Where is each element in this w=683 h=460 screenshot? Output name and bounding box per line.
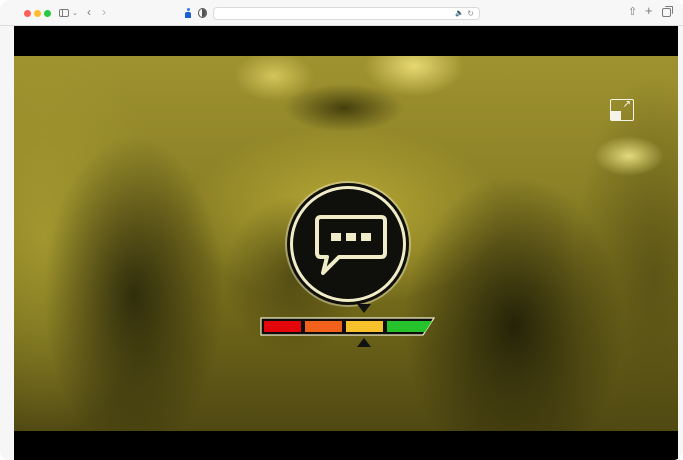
video-player[interactable]: ↗ [14, 26, 678, 460]
shield-icon[interactable] [198, 8, 207, 18]
share-icon[interactable]: ⇧ [628, 7, 637, 18]
letterbox-top [14, 26, 678, 56]
window-minimize-button[interactable] [34, 10, 41, 17]
speaker-icon[interactable]: 🔈 [455, 10, 464, 18]
reload-icon[interactable]: ↻ [467, 9, 474, 18]
chevron-down-icon[interactable]: ⌄ [72, 9, 78, 19]
plus-icon[interactable]: + [645, 4, 653, 17]
chevron-left-icon[interactable]: ‹ [87, 6, 91, 18]
person-icon[interactable] [185, 8, 191, 19]
browser-toolbar: ⌄ ‹ › 🔈 ↻ ⇧ + [0, 0, 683, 26]
window-maximize-button[interactable] [44, 10, 51, 17]
meter-segment-yellow [346, 321, 383, 332]
triangle-up-icon [357, 338, 371, 347]
sidebar-icon[interactable] [59, 9, 69, 17]
speech-meter-bar [260, 317, 435, 336]
meter-segment-green [387, 321, 432, 332]
chat-bubble-badge[interactable] [290, 186, 406, 302]
browser-window: ⌄ ‹ › 🔈 ↻ ⇧ + ↗ [0, 0, 683, 460]
chevron-right-icon[interactable]: › [102, 6, 106, 18]
meter-segment-orange [305, 321, 342, 332]
meter-segment-red [264, 321, 301, 332]
expand-icon[interactable]: ↗ [610, 99, 634, 121]
letterbox-bottom [14, 431, 678, 460]
window-close-button[interactable] [24, 10, 31, 17]
triangle-down-icon [357, 304, 371, 313]
speech-meter[interactable] [260, 317, 435, 336]
chat-bubble-icon [315, 215, 387, 275]
address-bar[interactable]: 🔈 ↻ [213, 7, 480, 20]
tabs-icon[interactable] [662, 6, 673, 17]
